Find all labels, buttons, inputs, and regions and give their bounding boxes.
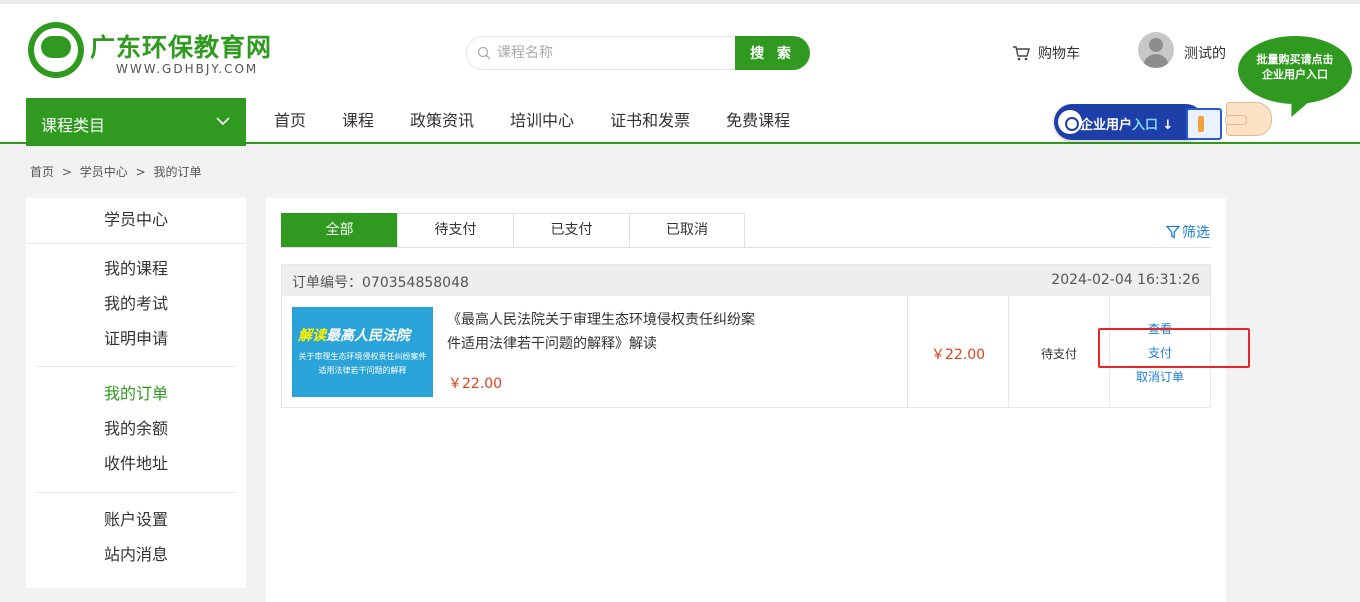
- sidebar-item-my-courses[interactable]: 我的课程: [26, 257, 246, 281]
- tab-paid[interactable]: 已支付: [513, 213, 629, 248]
- tabs-divider: [281, 247, 1211, 248]
- sidebar-item-my-orders[interactable]: 我的订单: [26, 382, 246, 406]
- avatar[interactable]: [1138, 32, 1174, 68]
- cart-label: 购物车: [1038, 46, 1080, 62]
- thumbnail-line: 关于审理生态环境侵权责任纠纷案件: [298, 352, 427, 361]
- laptop-icon: [1186, 108, 1222, 140]
- sidebar-item-my-balance[interactable]: 我的余额: [26, 417, 246, 441]
- enterprise-touch-icon: [1058, 110, 1082, 134]
- nav-training[interactable]: 培训中心: [492, 98, 592, 146]
- course-price: ￥22.00: [448, 376, 503, 392]
- breadcrumb-separator: >: [61, 165, 72, 179]
- search-icon: [477, 46, 491, 60]
- nav-policy[interactable]: 政策资讯: [392, 98, 492, 146]
- enterprise-entry-button[interactable]: 企业用户入口 ↓: [1054, 104, 1222, 142]
- breadcrumb-current: 我的订单: [153, 165, 202, 179]
- logo-badge-icon: [28, 22, 84, 78]
- filter-icon: [1166, 225, 1180, 239]
- sidebar-divider: [36, 366, 236, 367]
- pointing-hand-icon: [1225, 102, 1272, 136]
- tab-all[interactable]: 全部: [281, 213, 397, 248]
- order-time: 2024-02-04 16:31:26: [1051, 272, 1200, 288]
- promo-line: 批量购买请点击: [1256, 53, 1334, 66]
- enterprise-label: 企业用户入口 ↓: [1080, 118, 1174, 133]
- search-box: [466, 36, 738, 70]
- chevron-down-icon: [216, 117, 230, 126]
- sidebar-item-my-exams[interactable]: 我的考试: [26, 292, 246, 316]
- order-tabs: 全部 待支付 已支付 已取消: [281, 213, 745, 248]
- filter-label: 筛选: [1182, 225, 1210, 241]
- logo-subtitle: WWW.GDHBJY.COM: [116, 62, 259, 76]
- filter-button[interactable]: 筛选: [1166, 222, 1210, 242]
- course-category-menu[interactable]: 课程类目: [26, 98, 246, 146]
- tab-pending[interactable]: 待支付: [397, 213, 513, 248]
- search-button[interactable]: 搜 索: [735, 36, 810, 70]
- sidebar-divider: [36, 492, 236, 493]
- promo-bubble-text[interactable]: 批量购买请点击 企业用户入口: [1238, 52, 1352, 82]
- search-input[interactable]: [497, 42, 727, 64]
- sidebar: 学员中心 我的课程 我的考试 证明申请 我的订单 我的余额 收件地址 账户设置 …: [26, 198, 246, 588]
- category-label: 课程类目: [41, 116, 106, 135]
- order-status: 待支付: [1040, 347, 1077, 361]
- order-price: ￥22.00: [930, 347, 986, 363]
- sidebar-item-shipping-address[interactable]: 收件地址: [26, 452, 246, 476]
- sidebar-item-account-settings[interactable]: 账户设置: [26, 508, 246, 532]
- thumbnail-title: 解读最高人民法院: [298, 328, 410, 344]
- order-number: 订单编号：070354858048: [292, 275, 469, 291]
- nav-free-courses[interactable]: 免费课程: [708, 98, 808, 146]
- cancel-order-link[interactable]: 取消订单: [1110, 365, 1210, 389]
- search-bar: 搜 索: [466, 36, 810, 70]
- logo-title: 广东环保教育网: [90, 33, 273, 62]
- course-thumbnail[interactable]: 解读最高人民法院 关于审理生态环境侵权责任纠纷案件 适用法律若干问题的解释: [292, 307, 433, 397]
- pay-highlight-box: [1098, 328, 1250, 368]
- breadcrumb-separator: >: [135, 165, 146, 179]
- nav-home[interactable]: 首页: [256, 98, 324, 146]
- sidebar-item-site-messages[interactable]: 站内消息: [26, 543, 246, 567]
- promo-line: 企业用户入口: [1262, 68, 1328, 81]
- cart-icon: [1013, 46, 1030, 61]
- order-card: 订单编号：070354858048 2024-02-04 16:31:26 解读…: [281, 264, 1211, 408]
- sidebar-title: 学员中心: [26, 198, 246, 244]
- course-title[interactable]: 《最高人民法院关于审理生态环境侵权责任纠纷案件适用法律若干问题的解释》解读: [447, 308, 767, 356]
- site-logo[interactable]: 广东环保教育网 WWW.GDHBJY.COM: [28, 22, 288, 82]
- nav-courses[interactable]: 课程: [324, 98, 392, 146]
- thumbnail-line: 适用法律若干问题的解释: [318, 366, 407, 375]
- top-header: 广东环保教育网 WWW.GDHBJY.COM 搜 索 购物车 测试的 批量购买请…: [0, 0, 1360, 146]
- orders-panel: 全部 待支付 已支付 已取消 筛选 订单编号：070354858048 2024…: [266, 198, 1226, 602]
- nav-certificate[interactable]: 证书和发票: [592, 98, 708, 146]
- order-header: 订单编号：070354858048 2024-02-04 16:31:26: [282, 265, 1210, 296]
- breadcrumb: 首页 > 学员中心 > 我的订单: [30, 163, 205, 180]
- breadcrumb-home[interactable]: 首页: [30, 165, 54, 179]
- sidebar-item-certificate-apply[interactable]: 证明申请: [26, 327, 246, 351]
- tab-cancelled[interactable]: 已取消: [629, 213, 745, 248]
- username[interactable]: 测试的: [1184, 43, 1226, 63]
- breadcrumb-student-center[interactable]: 学员中心: [80, 165, 128, 179]
- main-nav: 首页 课程 政策资讯 培训中心 证书和发票 免费课程: [256, 98, 808, 146]
- cart-link[interactable]: 购物车: [1012, 42, 1080, 64]
